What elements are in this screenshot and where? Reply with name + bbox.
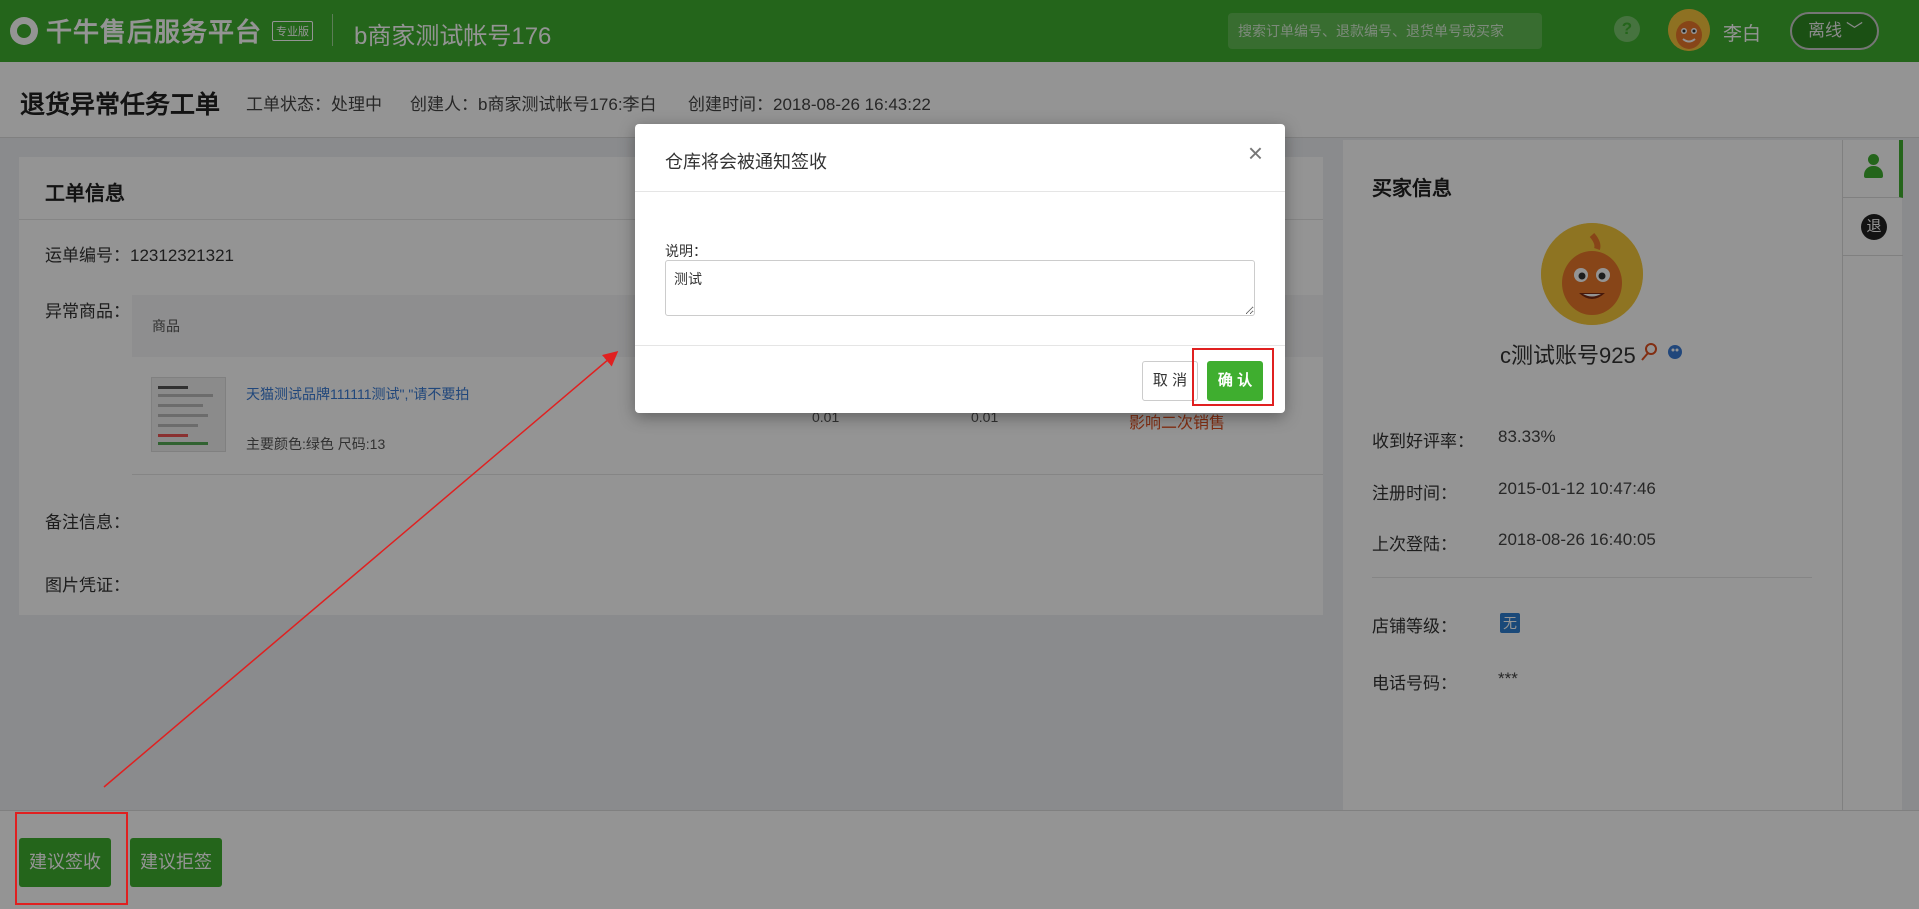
dialog-title: 仓库将会被通知签收 (665, 152, 827, 172)
cancel-button[interactable]: 取 消 (1142, 361, 1198, 401)
confirm-sign-dialog: 仓库将会被通知签收 × 说明： 测试 取 消 确 认 (635, 124, 1285, 413)
note-textarea[interactable]: 测试 (665, 260, 1255, 316)
divider (635, 345, 1285, 346)
close-icon[interactable]: × (1248, 140, 1263, 166)
highlight-confirm (1192, 348, 1274, 406)
divider (635, 191, 1285, 192)
note-label: 说明： (665, 243, 707, 259)
highlight-suggest-sign (15, 812, 128, 905)
